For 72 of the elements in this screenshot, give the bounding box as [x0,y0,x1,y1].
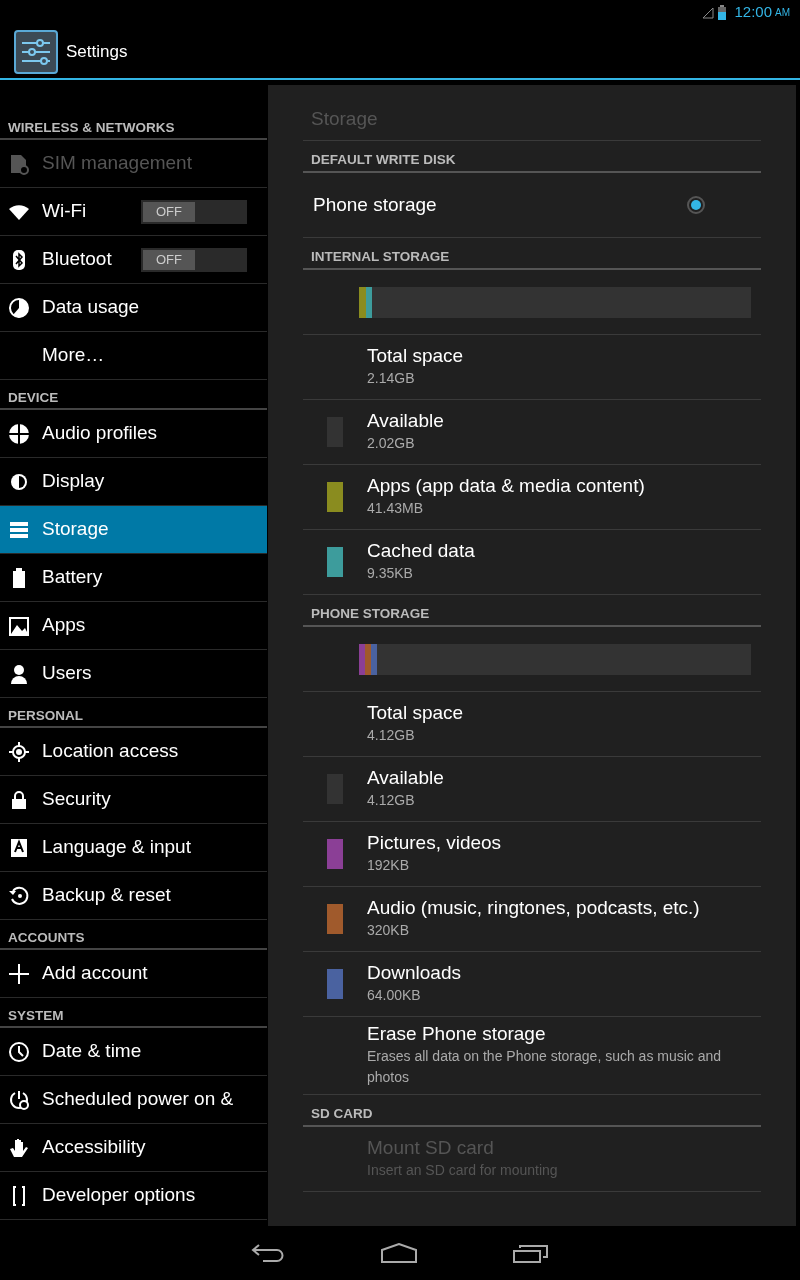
restore-icon [8,884,30,907]
row-subtitle: 64.00KB [367,985,422,1005]
row-title: Downloads [367,962,461,985]
crosshair-icon [8,740,30,763]
row-subtitle: 4.12GB [367,725,416,745]
sidebar-item[interactable]: Battery [0,554,267,602]
pie-chart-icon [8,296,30,319]
sidebar-item[interactable]: Audio profiles [0,410,267,458]
row-subtitle: 4.12GB [367,790,416,810]
sidebar-item[interactable]: Users [0,650,267,698]
sidebar-item[interactable]: Data usage [0,284,267,332]
sidebar-item[interactable]: Scheduled power on & [0,1076,267,1124]
toggle-switch[interactable]: OFF [143,249,195,270]
toggle-switch[interactable]: OFF [143,201,195,222]
sidebar-item[interactable]: Location access [0,728,267,776]
row-subtitle: 320KB [367,920,411,940]
clock-time: 12:00 [734,2,772,23]
section-header: PHONE STORAGE [303,595,761,627]
row-title: Apps (app data & media content) [367,475,645,498]
battery-icon [718,5,727,20]
section-header: SD CARD [303,1094,761,1127]
audio-profiles-icon [8,422,30,445]
row-subtitle: 2.02GB [367,433,416,453]
clock-icon [8,1040,30,1063]
section-header: INTERNAL STORAGE [303,238,761,270]
user-icon [8,662,30,685]
row-title: Total space [367,702,464,725]
picture-icon [8,614,30,637]
sidebar-item[interactable]: Add account [0,950,267,998]
sidebar-item[interactable]: Bluetoot OFF [0,236,267,284]
row-subtitle: 2.14GB [367,368,416,388]
section-header: WIRELESS & NETWORKS [0,110,267,140]
sim-card-icon [8,152,30,175]
sidebar-item[interactable]: Security [0,776,267,824]
sidebar-item[interactable]: Backup & reset [0,872,267,920]
sidebar-item[interactable]: Date & time [0,1028,267,1076]
clock-ampm: AM [775,6,790,20]
sidebar-item[interactable]: Wi-Fi OFF [0,188,267,236]
row-title: Cached data [367,540,475,563]
hand-icon [8,1136,30,1159]
sidebar-item[interactable]: More… [0,332,267,380]
sidebar-item[interactable]: Storage [0,506,267,554]
sidebar-item[interactable]: Developer options [0,1172,267,1220]
signal-icon [702,6,715,19]
row-title: Available [367,767,444,790]
section-header: DEVICE [0,380,267,410]
sidebar-item[interactable]: Language & input [0,824,267,872]
section-header: ACCOUNTS [0,920,267,950]
section-header: SYSTEM [0,998,267,1028]
row-title: Total space [367,345,464,368]
back-icon[interactable] [251,1243,285,1263]
row-title: Audio (music, ringtones, podcasts, etc.) [367,897,700,920]
sidebar-item[interactable]: Apps [0,602,267,650]
section-header: DEFAULT WRITE DISK [303,141,761,173]
radio-button[interactable] [687,196,705,214]
app-title: Settings [66,40,128,63]
row-subtitle: 192KB [367,855,411,875]
row-title: Available [367,410,444,433]
row-subtitle: Erases all data on the Phone storage, such as music and photos [367,1046,723,1087]
row-title: Erase Phone storage [367,1023,547,1046]
sidebar-item[interactable]: Accessibility [0,1124,267,1172]
option-label: Phone storage [313,193,437,217]
settings-app-icon[interactable] [14,29,58,74]
power-clock-icon [8,1088,30,1111]
plus-icon [8,962,30,985]
section-header: PERSONAL [0,698,267,728]
row-subtitle: 9.35KB [367,563,414,583]
row-subtitle: 41.43MB [367,498,425,518]
row-title: Pictures, videos [367,832,502,855]
recent-apps-icon[interactable] [513,1243,549,1263]
home-icon[interactable] [381,1243,417,1263]
keyboard-letter-icon [8,836,30,859]
